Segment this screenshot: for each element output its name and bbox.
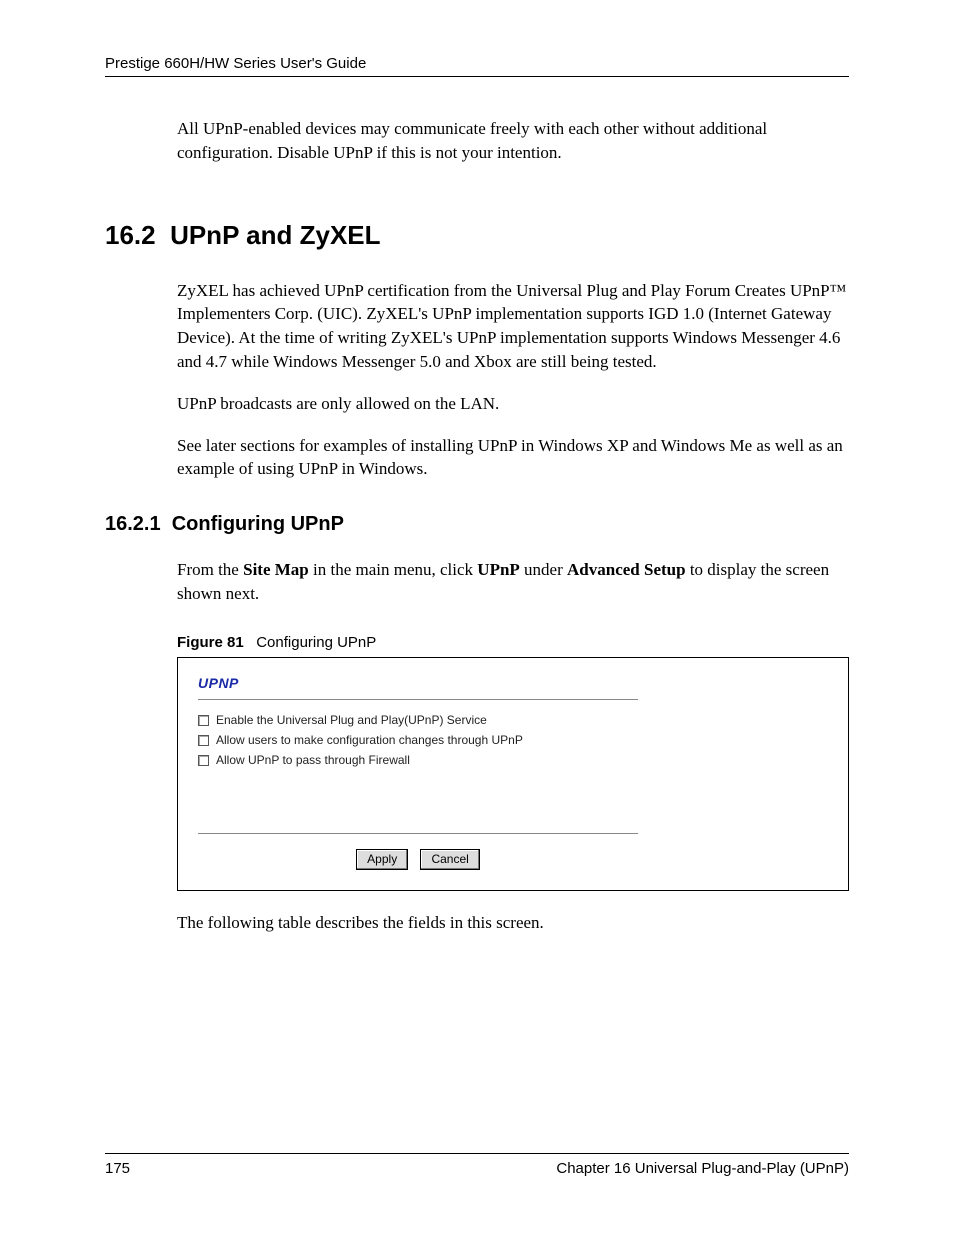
figure-box: UPNP Enable the Universal Plug and Play(… <box>177 658 849 891</box>
subsection-title: Configuring UPnP <box>172 513 344 535</box>
checkbox-row: Allow users to make configuration change… <box>198 732 638 749</box>
text-bold: Site Map <box>243 560 309 579</box>
after-figure-para: The following table describes the fields… <box>177 911 849 935</box>
section-para-3: See later sections for examples of insta… <box>177 434 849 482</box>
checkbox-enable-upnp[interactable] <box>198 715 209 726</box>
text-fragment: From the <box>177 560 243 579</box>
figure-caption-text: Configuring UPnP <box>256 634 376 651</box>
text-bold: UPnP <box>477 560 520 579</box>
figure-caption: Figure 81 Configuring UPnP <box>177 632 849 658</box>
checkbox-label: Enable the Universal Plug and Play(UPnP)… <box>216 712 487 729</box>
subsection-number: 16.2.1 <box>105 513 161 535</box>
checkbox-label: Allow UPnP to pass through Firewall <box>216 752 410 769</box>
subsection-heading: 16.2.1 Configuring UPnP <box>105 513 849 536</box>
page-number: 175 <box>105 1160 130 1177</box>
cancel-button[interactable]: Cancel <box>420 849 479 870</box>
text-fragment: under <box>520 560 567 579</box>
checkbox-label: Allow users to make configuration change… <box>216 732 523 749</box>
subsection-intro: From the Site Map in the main menu, clic… <box>177 558 849 606</box>
chapter-label: Chapter 16 Universal Plug-and-Play (UPnP… <box>556 1160 849 1177</box>
figure-label: Figure 81 <box>177 634 244 651</box>
text-bold: Advanced Setup <box>567 560 686 579</box>
running-header: Prestige 660H/HW Series User's Guide <box>105 55 849 77</box>
divider <box>198 833 638 834</box>
checkbox-row: Enable the Universal Plug and Play(UPnP)… <box>198 712 638 729</box>
section-number: 16.2 <box>105 220 156 250</box>
apply-button[interactable]: Apply <box>356 849 408 870</box>
text-fragment: in the main menu, click <box>309 560 478 579</box>
checkbox-row: Allow UPnP to pass through Firewall <box>198 752 638 769</box>
section-para-2: UPnP broadcasts are only allowed on the … <box>177 392 849 416</box>
upnp-panel-title: UPNP <box>198 674 638 694</box>
intro-paragraph: All UPnP-enabled devices may communicate… <box>177 117 849 165</box>
checkbox-pass-firewall[interactable] <box>198 755 209 766</box>
checkbox-allow-config[interactable] <box>198 735 209 746</box>
divider <box>198 699 638 700</box>
section-heading: 16.2 UPnP and ZyXEL <box>105 220 849 251</box>
page-footer: 175 Chapter 16 Universal Plug-and-Play (… <box>105 1153 849 1177</box>
section-title: UPnP and ZyXEL <box>170 220 380 250</box>
button-row: Apply Cancel <box>198 846 638 870</box>
section-para-1: ZyXEL has achieved UPnP certification fr… <box>177 279 849 374</box>
